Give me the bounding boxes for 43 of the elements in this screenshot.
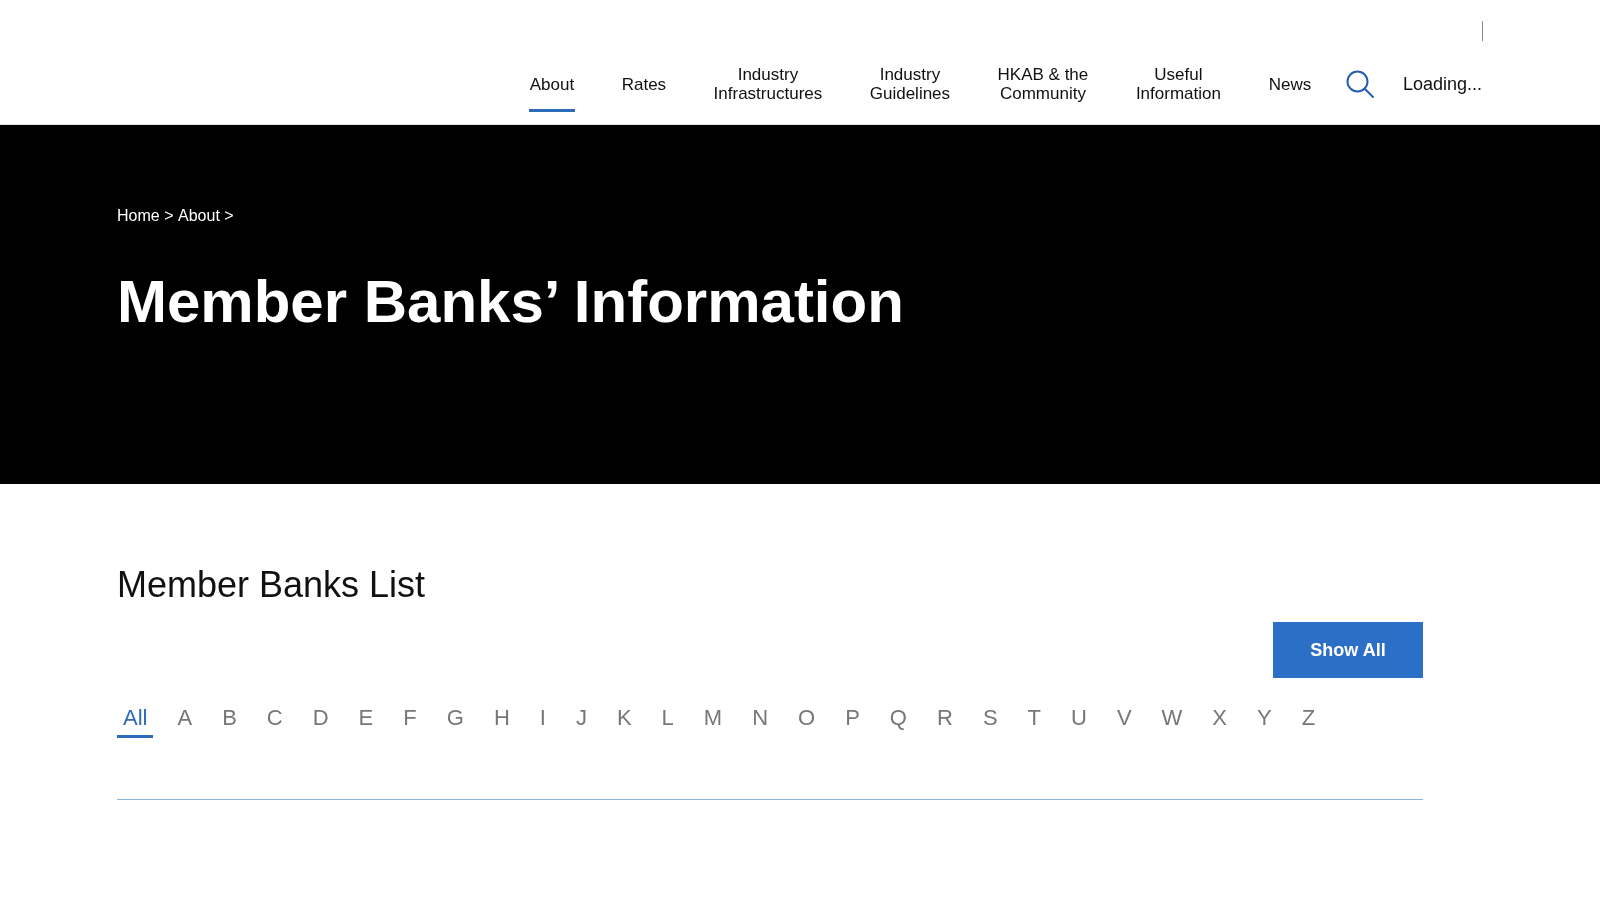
letter-tab[interactable]: U	[1065, 705, 1093, 738]
letter-tab[interactable]: J	[569, 705, 593, 738]
letter-tab[interactable]: O	[792, 705, 822, 738]
letter-tab[interactable]: P	[839, 705, 866, 738]
letter-tab[interactable]: All	[117, 705, 154, 738]
nav-link[interactable]: Rates	[620, 59, 667, 112]
breadcrumb-separator: >	[164, 207, 174, 225]
loading-text: Loading...	[1402, 73, 1482, 95]
nav-link[interactable]: HKAB & the Community	[996, 59, 1089, 112]
breadcrumb-separator: >	[224, 207, 234, 225]
search-icon[interactable]	[1345, 70, 1374, 98]
letter-tab[interactable]: B	[216, 705, 243, 738]
letter-tab[interactable]: Z	[1295, 705, 1322, 738]
nav-link[interactable]: About	[528, 59, 575, 112]
letter-tab[interactable]: D	[306, 705, 335, 738]
letter-tab[interactable]: R	[931, 705, 959, 738]
breadcrumb-link[interactable]: Home	[117, 207, 160, 225]
letter-tab[interactable]: F	[397, 705, 423, 738]
show-all-button[interactable]: Show All	[1273, 622, 1423, 678]
letter-tab[interactable]: Y	[1251, 705, 1278, 738]
letter-tab[interactable]: A	[171, 705, 199, 738]
letter-tab[interactable]: N	[746, 705, 775, 738]
letter-tab[interactable]: K	[610, 705, 638, 738]
letter-tab[interactable]: E	[352, 705, 380, 738]
letter-tab[interactable]: W	[1155, 705, 1189, 738]
letter-tab[interactable]: L	[655, 705, 680, 738]
letter-tab[interactable]: C	[260, 705, 289, 738]
nav-link[interactable]: News	[1267, 59, 1312, 112]
nav-link[interactable]: Useful Information	[1134, 59, 1222, 112]
letter-tab[interactable]: H	[487, 705, 516, 738]
page-title: Member Banks’ Information	[117, 267, 905, 336]
section-heading: Member Banks List	[117, 563, 427, 606]
letter-tab[interactable]: Q	[883, 705, 913, 738]
letter-tab[interactable]: X	[1206, 705, 1234, 738]
letter-tab[interactable]: I	[533, 705, 552, 738]
breadcrumb-link[interactable]: About	[178, 207, 220, 225]
letter-tab[interactable]: G	[440, 705, 470, 738]
letter-tab[interactable]: T	[1021, 705, 1047, 738]
letter-tab[interactable]: S	[976, 705, 1004, 738]
nav-link[interactable]: Industry Infrastructures	[712, 59, 823, 112]
letter-tab[interactable]: M	[697, 705, 729, 738]
letter-tab[interactable]: V	[1110, 705, 1138, 738]
nav-link[interactable]: Industry Guidelines	[868, 59, 951, 112]
